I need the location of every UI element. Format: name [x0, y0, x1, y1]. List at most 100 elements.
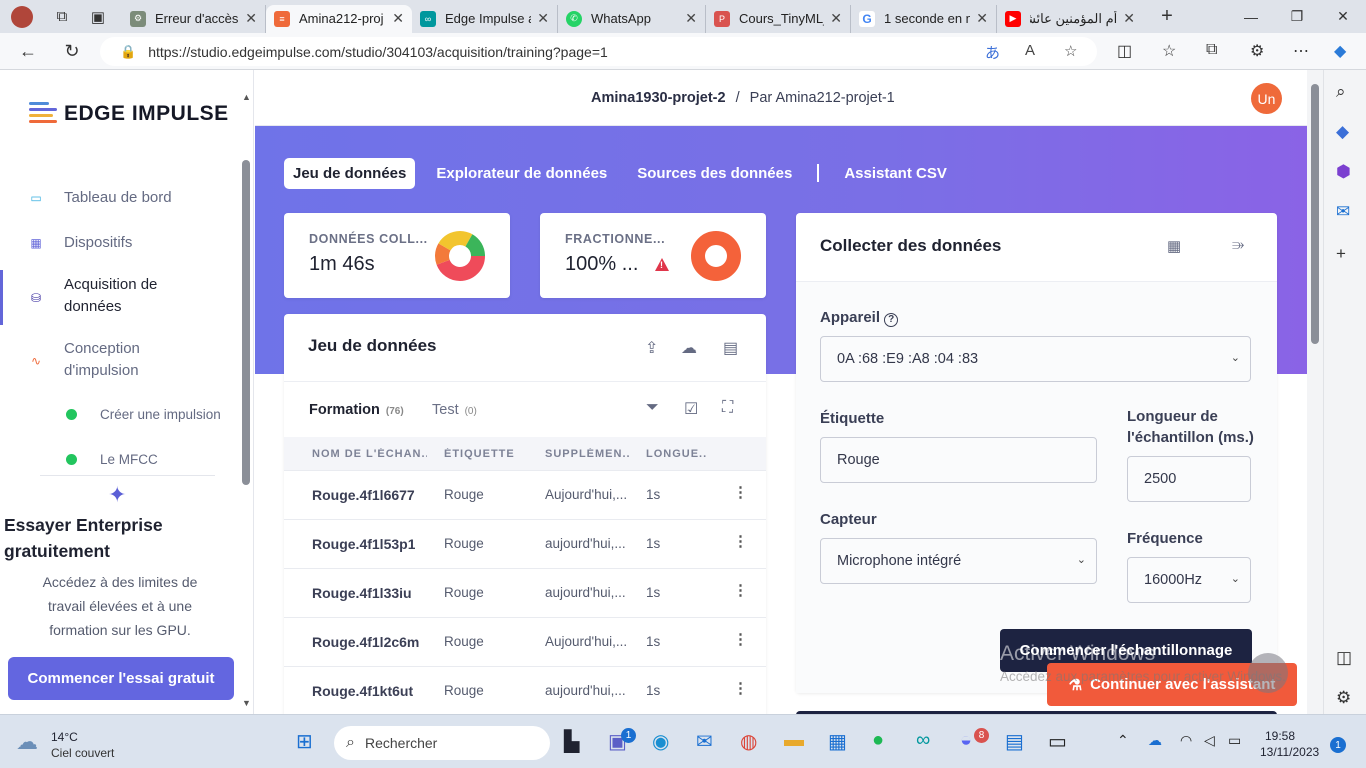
- close-window-button[interactable]: ✕: [1320, 0, 1366, 33]
- close-tab-icon[interactable]: ✕: [537, 10, 549, 27]
- sidebar-scrollbar[interactable]: [242, 160, 250, 485]
- scrollbar-thumb[interactable]: [1311, 84, 1319, 344]
- avatar[interactable]: Un: [1251, 83, 1282, 114]
- device-select[interactable]: 0A :68 :E9 :A8 :04 :83 ⌄: [820, 336, 1251, 382]
- browser-tab[interactable]: ▶أم المؤمنين عائشة✕: [997, 5, 1143, 33]
- sidebar-item-conception[interactable]: ∿ Conception d'impulsion: [0, 338, 240, 384]
- refresh-icon[interactable]: ↻: [57, 37, 87, 65]
- sidebar-toggle-icon[interactable]: ◫: [1336, 648, 1352, 668]
- tray-chevron-icon[interactable]: ⌃: [1117, 732, 1129, 749]
- table-row[interactable]: Rouge.4f1l53p1 Rouge aujourd'hui,... 1s …: [284, 519, 766, 568]
- export-file-icon[interactable]: ▤: [723, 338, 738, 358]
- notepad-icon[interactable]: ▤: [1005, 729, 1024, 754]
- close-tab-icon[interactable]: ✕: [245, 10, 257, 27]
- tab-sources[interactable]: Sources des données: [628, 158, 801, 189]
- row-menu-icon[interactable]: ⋮: [733, 483, 748, 501]
- sidebar-subitem-mfcc[interactable]: Le MFCC: [66, 452, 158, 467]
- table-row[interactable]: Rouge.4f1l6677 Rouge Aujourd'hui,... 1s …: [284, 470, 766, 519]
- table-row[interactable]: Rouge.4f1l33iu Rouge aujourd'hui,... 1s …: [284, 568, 766, 617]
- extensions-icon[interactable]: ⚙: [1250, 41, 1264, 61]
- office-icon[interactable]: ⬢: [1336, 162, 1351, 182]
- upload-icon[interactable]: ⇪: [645, 338, 658, 358]
- add-icon[interactable]: +: [1336, 244, 1346, 264]
- browser-tab[interactable]: P Cours_TinyML_ ✕: [706, 4, 851, 33]
- start-windows-icon[interactable]: ⊞: [296, 729, 313, 754]
- split-screen-icon[interactable]: ◫: [1117, 41, 1132, 61]
- scroll-down-icon[interactable]: ▼: [242, 698, 251, 708]
- outlook-icon[interactable]: ✉: [1336, 202, 1350, 222]
- browser-tab[interactable]: ∞ Edge Impulse a ✕: [412, 4, 558, 33]
- battery-icon[interactable]: ▭: [1228, 732, 1241, 749]
- warning-icon[interactable]: !: [655, 258, 669, 271]
- usb-icon[interactable]: ⭄: [1232, 237, 1244, 254]
- scroll-up-icon[interactable]: ▲: [242, 92, 251, 102]
- sidebar-item-acquisition[interactable]: ⛁ Acquisition de données: [0, 270, 240, 325]
- weather-icon[interactable]: ☁: [16, 729, 38, 755]
- table-row[interactable]: Rouge.4f1l2c6m Rouge Aujourd'hui,... 1s …: [284, 617, 766, 666]
- discord-icon[interactable]: ◒: [960, 729, 972, 752]
- workspaces-icon[interactable]: ⧉: [44, 0, 80, 33]
- weather-desc[interactable]: Ciel couvert: [51, 746, 114, 760]
- column-header[interactable]: NOM DE L'ÉCHAN...: [312, 448, 427, 460]
- row-menu-icon[interactable]: ⋮: [733, 581, 748, 599]
- task-view-icon[interactable]: ▙: [564, 729, 579, 754]
- browser-tab[interactable]: ⚙Erreur d'accès a✕: [122, 4, 266, 33]
- close-tab-icon[interactable]: ✕: [392, 10, 404, 27]
- sidebar-subitem-creer-impulsion[interactable]: Créer une impulsion: [66, 407, 221, 422]
- tab-test[interactable]: Test (0): [432, 402, 477, 418]
- settings-icon[interactable]: ⚙: [1336, 688, 1351, 708]
- store-icon[interactable]: ▦: [828, 729, 847, 754]
- new-tab-button[interactable]: +: [1149, 0, 1185, 33]
- sensor-select[interactable]: Microphone intégré ⌄: [820, 538, 1097, 584]
- column-header[interactable]: ÉTIQUETTE: [444, 448, 515, 460]
- wifi-icon[interactable]: ◠: [1180, 732, 1192, 749]
- close-tab-icon[interactable]: ✕: [976, 10, 988, 27]
- close-tab-icon[interactable]: ✕: [1123, 10, 1135, 27]
- close-tab-icon[interactable]: ✕: [830, 10, 842, 27]
- column-header[interactable]: LONGUE...: [646, 448, 706, 460]
- start-free-trial-button[interactable]: Commencer l'essai gratuit: [8, 657, 234, 700]
- chat-bubble-icon[interactable]: [1248, 653, 1288, 693]
- browser-tab[interactable]: G1 seconde en m ✕: [851, 4, 997, 33]
- more-menu-icon[interactable]: ⋯: [1293, 41, 1309, 61]
- translate-icon[interactable]: あ: [985, 42, 1000, 63]
- filter-icon[interactable]: ⏷: [646, 399, 659, 417]
- project-owner[interactable]: Par Amina212-projet-1: [750, 90, 895, 106]
- lock-icon[interactable]: 🔒: [120, 44, 136, 60]
- row-menu-icon[interactable]: ⋮: [733, 630, 748, 648]
- tab-assistant-csv[interactable]: Assistant CSV: [835, 158, 956, 189]
- arduino-icon[interactable]: ∞: [916, 729, 930, 752]
- file-explorer-icon[interactable]: ▬: [784, 729, 804, 752]
- clock-date[interactable]: 13/11/2023: [1260, 745, 1319, 759]
- back-icon[interactable]: ←: [13, 37, 43, 65]
- profile-avatar[interactable]: [0, 0, 44, 33]
- shopping-icon[interactable]: ◆: [1336, 122, 1349, 142]
- close-tab-icon[interactable]: ✕: [685, 10, 697, 27]
- row-menu-icon[interactable]: ⋮: [733, 679, 748, 697]
- sample-length-input[interactable]: 2500: [1127, 456, 1251, 502]
- copilot-icon[interactable]: ◆: [1334, 41, 1346, 61]
- restore-button[interactable]: ❐: [1274, 0, 1320, 33]
- address-bar[interactable]: 🔒 https://studio.edgeimpulse.com/studio/…: [100, 37, 1097, 66]
- search-icon[interactable]: ⌕: [1336, 82, 1346, 102]
- onedrive-icon[interactable]: ☁: [1148, 732, 1162, 749]
- tab-explorateur[interactable]: Explorateur de données: [427, 158, 616, 189]
- column-header[interactable]: SUPPLÉMEN...: [545, 448, 630, 460]
- tab-actions-icon[interactable]: ▣: [80, 0, 116, 33]
- expand-icon[interactable]: ⛶: [722, 399, 733, 417]
- help-icon[interactable]: ?: [884, 313, 899, 327]
- weather-temp[interactable]: 14°C: [51, 730, 78, 744]
- select-checkbox-icon[interactable]: ☑: [684, 399, 698, 419]
- read-aloud-icon[interactable]: A: [1025, 42, 1035, 59]
- sidebar-item-dispositifs[interactable]: ▦ Dispositifs: [0, 231, 240, 255]
- frequency-select[interactable]: 16000Hz ⌄: [1127, 557, 1251, 603]
- taskbar-search[interactable]: ⌕ Rechercher: [334, 726, 550, 760]
- favorite-star-icon[interactable]: ☆: [1064, 42, 1077, 60]
- table-row[interactable]: Rouge.4f1kt6ut Rouge aujourd'hui,... 1s …: [284, 666, 766, 714]
- volume-icon[interactable]: ◁: [1204, 732, 1215, 749]
- spotify-icon[interactable]: ●: [872, 729, 884, 752]
- tab-jeu-de-donnees[interactable]: Jeu de données: [284, 157, 416, 189]
- cloud-upload-icon[interactable]: ☁: [681, 338, 697, 358]
- notification-badge[interactable]: 1: [1330, 737, 1346, 753]
- browser-tab-active[interactable]: ≡ Amina212-proj ✕: [266, 4, 412, 33]
